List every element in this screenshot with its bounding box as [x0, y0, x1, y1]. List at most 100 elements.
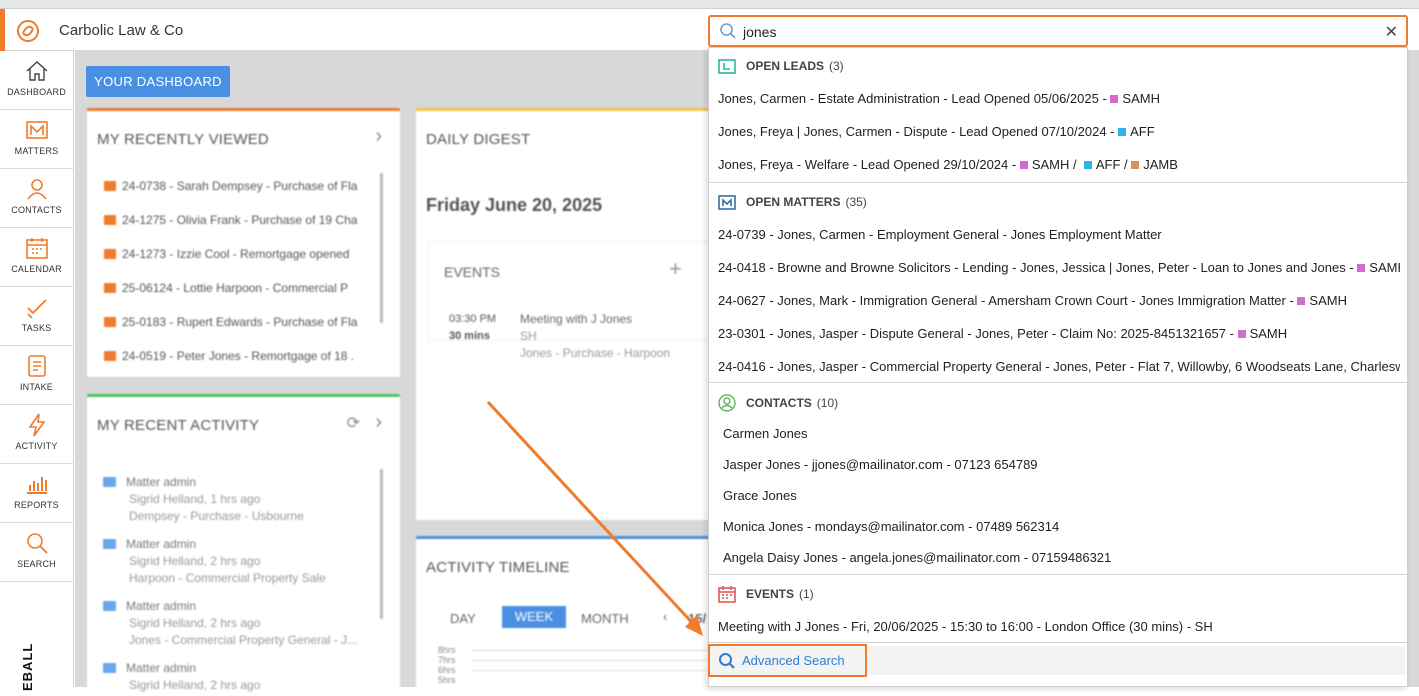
- prev-icon[interactable]: ‹: [663, 609, 667, 624]
- folder-icon: [104, 249, 116, 259]
- open-leads-heading: OPEN LEADS (3): [718, 56, 844, 76]
- window-top-strip: [0, 0, 1419, 9]
- activity-timeline-card: ACTIVITY TIMELINE DAY WEEK MONTH ‹ 15/ 8…: [416, 536, 716, 696]
- sidebar-item-activity[interactable]: ACTIVITY: [0, 405, 73, 464]
- sidebar-item-label: CONTACTS: [11, 205, 62, 215]
- your-dashboard-button[interactable]: YOUR DASHBOARD: [86, 66, 230, 97]
- scrollbar[interactable]: [380, 469, 383, 619]
- contacts-heading: CONTACTS (10): [718, 393, 838, 413]
- search-result-lead[interactable]: Jones, Carmen - Estate Administration - …: [718, 89, 1400, 109]
- sidebar-item-dashboard[interactable]: DASHBOARD: [0, 51, 73, 110]
- tag-color-icon: [1019, 161, 1028, 169]
- firm-name: Carbolic Law & Co: [59, 22, 184, 39]
- sidebar-item-tasks[interactable]: TASKS: [0, 287, 73, 346]
- folder-icon: [104, 283, 116, 293]
- list-item[interactable]: 24-0519 - Peter Jones - Remortgage of 18…: [104, 349, 359, 363]
- search-result-lead[interactable]: Jones, Freya - Welfare - Lead Opened 29/…: [718, 155, 1400, 175]
- search-result-matter[interactable]: 23-0301 - Jones, Jasper - Dispute Genera…: [718, 324, 1400, 344]
- list-item[interactable]: Matter admin Sigrid Helland, 2 hrs ago J…: [103, 598, 357, 649]
- matters-icon: [25, 121, 48, 139]
- advanced-search-link[interactable]: Advanced Search: [708, 644, 867, 677]
- search-result-lead[interactable]: Jones, Freya | Jones, Carmen - Dispute -…: [718, 122, 1400, 142]
- open-leads-section: OPEN LEADS (3) Jones, Carmen - Estate Adm…: [709, 48, 1407, 182]
- add-event-icon[interactable]: +: [669, 256, 682, 282]
- sidebar-item-reports[interactable]: REPORTS: [0, 464, 73, 523]
- sidebar-item-label: DASHBOARD: [7, 87, 66, 97]
- chevron-right-icon[interactable]: ›: [375, 125, 382, 148]
- tab-week[interactable]: WEEK: [502, 606, 566, 628]
- intake-icon: [27, 355, 46, 377]
- search-result-matter[interactable]: 24-0739 - Jones, Carmen - Employment Gen…: [718, 225, 1400, 245]
- tag-color-icon: [1131, 161, 1140, 169]
- global-search-bar[interactable]: ✕: [708, 15, 1408, 47]
- home-icon: [26, 61, 47, 81]
- event-time: 03:30 PM 30 mins: [449, 313, 497, 342]
- open-matters-heading: OPEN MATTERS (35): [718, 192, 867, 212]
- activity-timeline-title: ACTIVITY TIMELINE: [426, 559, 570, 576]
- sidebar-item-calendar[interactable]: CALENDAR: [0, 228, 73, 287]
- search-result-contact[interactable]: Carmen Jones: [723, 424, 1405, 444]
- timeline-date: 15/: [688, 611, 707, 626]
- reports-icon: [26, 477, 47, 494]
- folder-icon: [103, 539, 116, 549]
- sidebar-item-label: SEARCH: [17, 559, 56, 569]
- list-item[interactable]: 25-0183 - Rupert Edwards - Purchase of F…: [104, 315, 359, 329]
- tab-day[interactable]: DAY: [450, 611, 476, 626]
- sidebar-item-search[interactable]: SEARCH: [0, 523, 73, 582]
- sidebar-vertical-text: EBALL: [20, 642, 35, 691]
- search-result-event[interactable]: Meeting with J Jones - Fri, 20/06/2025 -…: [718, 617, 1400, 637]
- sidebar-item-label: TASKS: [21, 323, 52, 333]
- events-heading: EVENTS (1): [718, 584, 814, 604]
- daily-digest-title: DAILY DIGEST: [426, 131, 531, 148]
- event-details[interactable]: Meeting with J Jones SH Jones - Purchase…: [520, 311, 670, 362]
- leads-icon: [718, 59, 736, 74]
- search-result-contact[interactable]: Jasper Jones - jjones@mailinator.com - 0…: [723, 455, 1405, 475]
- sidebar: DASHBOARD MATTERS CONTACTS CALENDAR TASK…: [0, 51, 74, 691]
- grid-line: [471, 670, 711, 671]
- search-result-matter[interactable]: 24-0627 - Jones, Mark - Immigration Gene…: [718, 291, 1400, 311]
- tasks-icon: [26, 299, 47, 319]
- sidebar-item-label: REPORTS: [14, 500, 59, 510]
- list-item[interactable]: 24-0738 - Sarah Dempsey - Purchase of Fl…: [104, 179, 359, 193]
- list-item[interactable]: 24-1273 - Izzie Cool - Remortgage opened: [104, 247, 359, 261]
- digest-date: Friday June 20, 2025: [426, 195, 603, 215]
- advanced-search-footer: [867, 646, 1405, 675]
- chevron-right-icon[interactable]: ›: [375, 411, 382, 434]
- tag-color-icon: [1118, 128, 1127, 136]
- sidebar-item-intake[interactable]: INTAKE: [0, 346, 73, 405]
- header-accent-bar: [0, 9, 5, 51]
- sidebar-item-contacts[interactable]: CONTACTS: [0, 169, 73, 228]
- events-panel: EVENTS + 03:30 PM 30 mins Meeting with J…: [428, 241, 716, 360]
- search-result-matter[interactable]: 24-0416 - Jones, Jasper - Commercial Pro…: [718, 357, 1400, 377]
- folder-icon: [104, 317, 116, 327]
- tab-month[interactable]: MONTH: [581, 611, 629, 626]
- search-icon: [720, 23, 736, 39]
- activity-icon: [27, 413, 46, 437]
- tag-color-icon: [1110, 95, 1119, 103]
- recently-viewed-title: MY RECENTLY VIEWED: [97, 131, 269, 148]
- events-heading: EVENTS: [444, 264, 501, 280]
- list-item[interactable]: Matter admin Sigrid Helland, 2 hrs ago: [103, 660, 260, 694]
- grid-line: [471, 660, 711, 661]
- search-result-matter[interactable]: 24-0418 - Browne and Browne Solicitors -…: [718, 258, 1400, 278]
- contacts-icon: [26, 179, 47, 200]
- sidebar-item-label: INTAKE: [19, 382, 54, 392]
- clear-search-icon[interactable]: ✕: [1385, 22, 1398, 42]
- scrollbar[interactable]: [380, 173, 383, 323]
- search-input[interactable]: [743, 22, 1363, 42]
- folder-icon: [103, 601, 116, 611]
- refresh-icon[interactable]: ⟳: [347, 413, 360, 433]
- search-result-contact[interactable]: Grace Jones: [723, 486, 1405, 506]
- sidebar-item-matters[interactable]: MATTERS: [0, 110, 73, 169]
- list-item[interactable]: 24-1275 - Olivia Frank - Purchase of 19 …: [104, 213, 359, 227]
- search-icon: [719, 653, 735, 669]
- folder-icon: [104, 351, 116, 361]
- list-item[interactable]: 25-06124 - Lottie Harpoon - Commercial P: [104, 281, 359, 295]
- matters-icon: [718, 195, 736, 210]
- list-item[interactable]: Matter admin Sigrid Helland, 2 hrs ago H…: [103, 536, 326, 587]
- search-result-contact[interactable]: Monica Jones - mondays@mailinator.com - …: [723, 517, 1405, 537]
- list-item[interactable]: Matter admin Sigrid Helland, 1 hrs ago D…: [103, 474, 304, 525]
- folder-icon: [104, 181, 116, 191]
- search-result-contact[interactable]: Angela Daisy Jones - angela.jones@mailin…: [723, 548, 1405, 568]
- recently-viewed-card: MY RECENTLY VIEWED › 24-0738 - Sarah Dem…: [87, 108, 400, 377]
